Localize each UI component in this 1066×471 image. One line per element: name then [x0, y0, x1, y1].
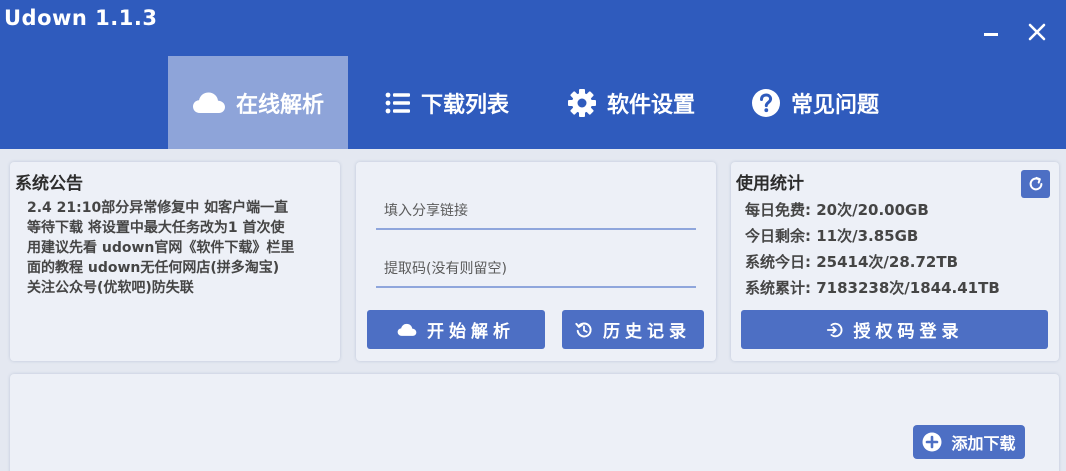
cloud-icon	[397, 323, 417, 337]
stat-daily-free: 每日免费: 20次/20.00GB	[745, 199, 929, 220]
share-link-input[interactable]	[376, 194, 696, 230]
list-icon	[385, 92, 411, 114]
add-download-label: 添加下载	[951, 434, 1016, 453]
notice-panel: 系统公告 2.4 21:10部分异常修复中 如客户端一直 等待下载 将设置中最大…	[10, 162, 340, 361]
tab-label: 在线解析	[235, 92, 324, 118]
stat-value: 7183238次/1844.41TB	[816, 279, 1000, 297]
start-parse-label: 开始解析	[427, 322, 515, 342]
app-title: Udown 1.1.3	[4, 6, 158, 30]
tab-software-settings[interactable]: 软件设置	[556, 56, 706, 149]
stat-label: 每日免费:	[745, 201, 811, 219]
stat-label: 系统今日:	[745, 253, 811, 271]
tab-label: 下载列表	[420, 92, 509, 118]
auth-code-login-label: 授权码登录	[853, 322, 964, 342]
question-icon	[751, 88, 781, 118]
notice-text: 2.4 21:10部分异常修复中 如客户端一直 等待下载 将设置中最大任务改为1…	[27, 200, 295, 296]
stat-system-today: 系统今日: 25414次/28.72TB	[745, 251, 958, 272]
stat-value: 20次/20.00GB	[816, 201, 929, 219]
minimize-button[interactable]	[974, 16, 1008, 48]
cloud-icon	[192, 91, 226, 115]
extract-code-input[interactable]	[376, 252, 696, 288]
history-label: 历史记录	[603, 322, 691, 342]
tab-faq[interactable]: 常见问题	[740, 56, 890, 149]
tab-label: 软件设置	[606, 92, 695, 118]
login-icon	[826, 321, 844, 339]
start-parse-button[interactable]: 开始解析	[367, 310, 545, 349]
stats-title: 使用统计	[736, 174, 804, 194]
parse-panel: 开始解析 历史记录	[356, 162, 716, 361]
minimize-icon	[984, 33, 998, 36]
stat-today-remaining: 今日剩余: 11次/3.85GB	[745, 225, 918, 246]
download-panel: 添加下载	[10, 374, 1059, 471]
tab-online-parse[interactable]: 在线解析	[168, 56, 348, 149]
refresh-button[interactable]	[1021, 170, 1050, 198]
plus-circle-icon	[922, 432, 942, 452]
close-button[interactable]	[1020, 16, 1054, 48]
stat-system-total: 系统累计: 7183238次/1844.41TB	[745, 277, 1000, 298]
add-download-button[interactable]: 添加下载	[913, 425, 1025, 459]
gear-icon	[567, 88, 597, 118]
refresh-icon	[1029, 176, 1042, 191]
close-icon	[1028, 23, 1046, 41]
stat-value: 25414次/28.72TB	[816, 253, 959, 271]
header-bar: Udown 1.1.3 在线解析 下载列表 软件设置 常见问题	[0, 0, 1066, 149]
stats-panel: 使用统计 每日免费: 20次/20.00GB 今日剩余: 11次/3.85GB …	[731, 162, 1059, 361]
auth-code-login-button[interactable]: 授权码登录	[741, 310, 1048, 349]
stat-value: 11次/3.85GB	[816, 227, 919, 245]
tab-download-list[interactable]: 下载列表	[372, 56, 522, 149]
tab-label: 常见问题	[790, 92, 879, 118]
stat-label: 今日剩余:	[745, 227, 811, 245]
notice-title: 系统公告	[15, 174, 83, 194]
history-icon	[575, 321, 593, 339]
history-button[interactable]: 历史记录	[562, 310, 704, 349]
stat-label: 系统累计:	[745, 279, 811, 297]
